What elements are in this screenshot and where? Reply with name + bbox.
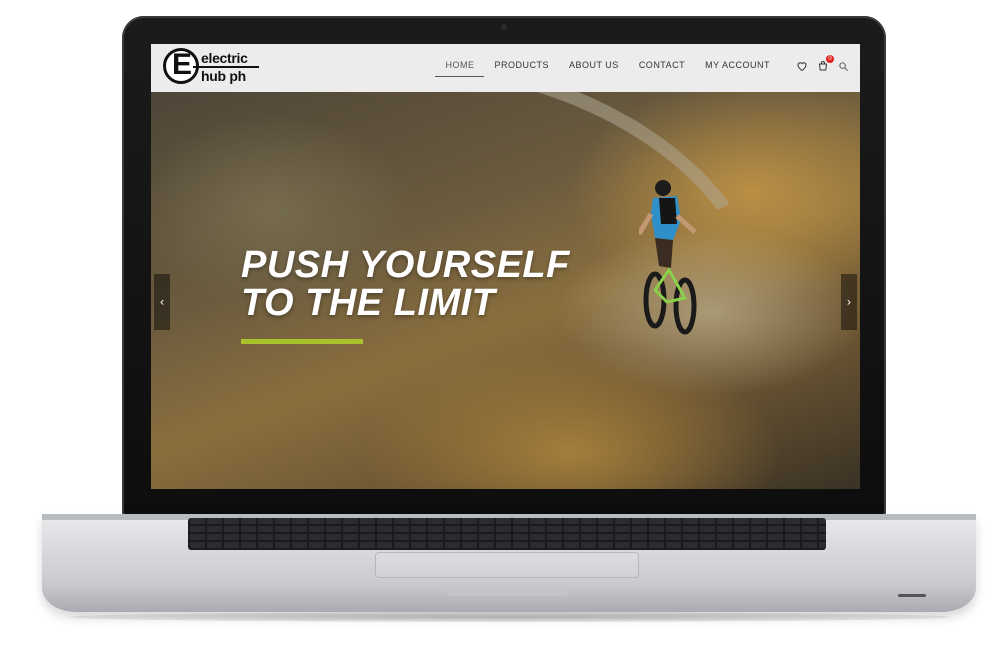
laptop-notch [445,588,569,596]
nav-home[interactable]: HOME [435,58,485,77]
hero-accent-bar [241,339,363,344]
hero-headline: PUSH YOURSELF TO THE LIMIT [241,246,570,322]
laptop-keyboard [188,518,826,550]
logo-text-line1: electric [201,50,248,66]
heart-icon[interactable] [796,59,808,72]
cart-count-badge: 0 [826,55,834,63]
laptop-screen: E electric hub ph HOME PRODUCTS ABOUT US… [151,44,860,489]
nav-my-account[interactable]: MY ACCOUNT [695,58,780,76]
laptop-indicator-led [898,594,926,597]
laptop-shadow [70,612,950,622]
logo-mark: E [172,48,193,81]
main-nav: HOME PRODUCTS ABOUT US CONTACT MY ACCOUN… [435,58,780,77]
search-icon[interactable] [838,59,850,71]
laptop-lid: E electric hub ph HOME PRODUCTS ABOUT US… [122,16,886,516]
hero-headline-line2: TO THE LIMIT [241,282,496,324]
logo-text-line2: hub ph [201,68,246,84]
slider-next-button[interactable]: › [841,274,857,330]
slider-prev-button[interactable]: ‹ [154,274,170,330]
cart-icon[interactable]: 0 [817,55,834,71]
camera-dot [501,24,507,30]
site-header: E electric hub ph HOME PRODUCTS ABOUT US… [151,44,860,92]
mountain-biker-graphic [639,180,697,335]
nav-products[interactable]: PRODUCTS [484,58,559,76]
nav-contact[interactable]: CONTACT [629,58,695,76]
header-icons: 0 [796,55,850,72]
site-logo[interactable]: E electric hub ph [163,48,273,88]
nav-about-us[interactable]: ABOUT US [559,58,629,76]
laptop-trackpad [375,552,639,578]
hero-headline-line1: PUSH YOURSELF [241,244,570,286]
hero-slider: PUSH YOURSELF TO THE LIMIT ‹ › [151,92,860,489]
